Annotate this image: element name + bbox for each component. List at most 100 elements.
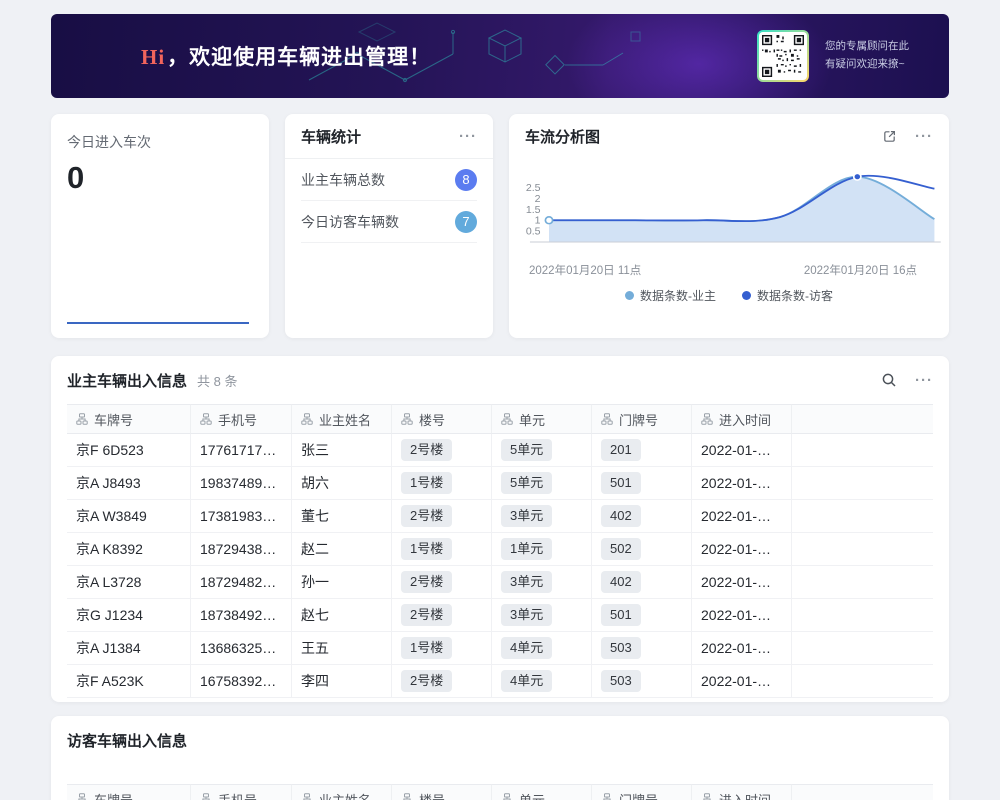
table-cell[interactable]: 胡六 xyxy=(292,467,392,500)
qr-caption-line2: 有疑问欢迎来撩~ xyxy=(825,56,909,74)
table-cell[interactable]: 京A K8392 xyxy=(67,533,191,566)
table-cell[interactable]: 2022-01-… xyxy=(692,434,792,467)
table-cell[interactable]: 501 xyxy=(592,599,692,632)
table-cell[interactable]: 李四 xyxy=(292,665,392,698)
table-cell[interactable]: 2022-01-… xyxy=(692,599,792,632)
table-cell[interactable]: 503 xyxy=(592,665,692,698)
stat-row-owner-total[interactable]: 业主车辆总数 8 xyxy=(301,159,477,201)
table-cell[interactable]: 402 xyxy=(592,500,692,533)
export-button[interactable] xyxy=(882,129,897,144)
column-header-楼号[interactable]: 楼号 xyxy=(392,784,492,800)
table-cell[interactable]: 京A L3728 xyxy=(67,566,191,599)
table-cell[interactable]: 2号楼 xyxy=(392,566,492,599)
table-cell[interactable]: 2022-01-… xyxy=(692,665,792,698)
table-cell[interactable]: 18738492… xyxy=(191,599,292,632)
table-cell[interactable]: 501 xyxy=(592,467,692,500)
chart-canvas: 0.511.522.5 xyxy=(513,160,945,260)
table-cell[interactable]: 2号楼 xyxy=(392,599,492,632)
column-header-车牌号[interactable]: 车牌号 xyxy=(67,784,191,800)
table-cell[interactable]: 2号楼 xyxy=(392,434,492,467)
table-cell[interactable]: 董七 xyxy=(292,500,392,533)
table-cell[interactable]: 201 xyxy=(592,434,692,467)
table-cell[interactable]: 17761717… xyxy=(191,434,292,467)
column-header-进入时间[interactable]: 进入时间 xyxy=(692,784,792,800)
column-header-手机号[interactable]: 手机号 xyxy=(191,404,292,434)
count-badge: 8 xyxy=(455,169,477,191)
table-cell-filler xyxy=(792,500,933,533)
table-cell[interactable]: 京F 6D523 xyxy=(67,434,191,467)
stat-row-visitor-today[interactable]: 今日访客车辆数 7 xyxy=(301,201,477,243)
table-cell[interactable]: 王五 xyxy=(292,632,392,665)
table-cell[interactable]: 京G J1234 xyxy=(67,599,191,632)
chart-legend: 数据条数-业主 数据条数-访客 xyxy=(513,287,945,304)
owner-table-card: 业主车辆出入信息 共 8 条 ··· 车牌号手机号业主姓名楼号单元门牌号进入时间… xyxy=(51,356,949,702)
table-cell[interactable]: 1单元 xyxy=(492,533,592,566)
table-cell[interactable]: 赵七 xyxy=(292,599,392,632)
column-header-车牌号[interactable]: 车牌号 xyxy=(67,404,191,434)
vehicle-stats-header: 车辆统计 ··· xyxy=(285,114,493,159)
table-cell[interactable]: 京A W3849 xyxy=(67,500,191,533)
table-cell[interactable]: 13686325… xyxy=(191,632,292,665)
table-cell[interactable]: 3单元 xyxy=(492,566,592,599)
table-cell[interactable]: 1号楼 xyxy=(392,632,492,665)
more-button[interactable]: ··· xyxy=(915,129,933,144)
column-header-门牌号[interactable]: 门牌号 xyxy=(592,404,692,434)
table-cell[interactable]: 3单元 xyxy=(492,500,592,533)
table-cell[interactable]: 1号楼 xyxy=(392,467,492,500)
table-cell[interactable]: 2022-01-… xyxy=(692,533,792,566)
field-type-icon xyxy=(301,793,313,800)
table-cell[interactable]: 19837489… xyxy=(191,467,292,500)
more-button[interactable]: ··· xyxy=(915,373,933,388)
search-icon xyxy=(881,372,897,388)
table-cell[interactable]: 2号楼 xyxy=(392,500,492,533)
table-cell[interactable]: 17381983… xyxy=(191,500,292,533)
table-cell[interactable]: 1号楼 xyxy=(392,533,492,566)
tag-pill: 1单元 xyxy=(501,538,552,560)
table-cell[interactable]: 赵二 xyxy=(292,533,392,566)
table-cell[interactable]: 孙一 xyxy=(292,566,392,599)
column-header-进入时间[interactable]: 进入时间 xyxy=(692,404,792,434)
table-cell[interactable]: 502 xyxy=(592,533,692,566)
table-cell[interactable]: 16758392… xyxy=(191,665,292,698)
table-title: 访客车辆出入信息 xyxy=(67,730,187,751)
table-cell[interactable]: 2022-01-… xyxy=(692,500,792,533)
column-header-门牌号[interactable]: 门牌号 xyxy=(592,784,692,800)
table-cell[interactable]: 3单元 xyxy=(492,599,592,632)
tag-pill: 402 xyxy=(601,571,641,593)
tag-pill: 502 xyxy=(601,538,641,560)
search-button[interactable] xyxy=(881,372,897,388)
column-header-单元[interactable]: 单元 xyxy=(492,404,592,434)
flow-chart: 0.511.522.5 2022年01月20日 11点 2022年01月20日 … xyxy=(509,158,949,304)
legend-item-visitor[interactable]: 数据条数-访客 xyxy=(742,287,833,304)
table-cell[interactable]: 402 xyxy=(592,566,692,599)
table-cell[interactable]: 京A J1384 xyxy=(67,632,191,665)
table-cell[interactable]: 503 xyxy=(592,632,692,665)
table-cell-filler xyxy=(792,434,933,467)
table-cell[interactable]: 京A J8493 xyxy=(67,467,191,500)
column-header-filler xyxy=(792,404,933,434)
table-cell[interactable]: 2022-01-… xyxy=(692,566,792,599)
visitor-table-header: 访客车辆出入信息 xyxy=(51,716,949,764)
column-header-业主姓名[interactable]: 业主姓名 xyxy=(292,784,392,800)
table-cell[interactable]: 5单元 xyxy=(492,467,592,500)
dashboard-page: { "icons": { "more": "···" }, "banner": … xyxy=(0,14,1000,800)
column-header-楼号[interactable]: 楼号 xyxy=(392,404,492,434)
legend-item-owner[interactable]: 数据条数-业主 xyxy=(625,287,716,304)
column-header-手机号[interactable]: 手机号 xyxy=(191,784,292,800)
table-cell[interactable]: 4单元 xyxy=(492,632,592,665)
table-cell[interactable]: 18729482… xyxy=(191,566,292,599)
table-cell[interactable]: 2022-01-… xyxy=(692,632,792,665)
field-type-icon xyxy=(401,793,413,800)
column-header-单元[interactable]: 单元 xyxy=(492,784,592,800)
table-cell[interactable]: 张三 xyxy=(292,434,392,467)
tag-pill: 4单元 xyxy=(501,637,552,659)
table-cell[interactable]: 2号楼 xyxy=(392,665,492,698)
table-cell-filler xyxy=(792,632,933,665)
more-button[interactable]: ··· xyxy=(459,129,477,144)
table-cell[interactable]: 4单元 xyxy=(492,665,592,698)
column-header-业主姓名[interactable]: 业主姓名 xyxy=(292,404,392,434)
table-cell[interactable]: 18729438… xyxy=(191,533,292,566)
table-cell[interactable]: 5单元 xyxy=(492,434,592,467)
table-cell[interactable]: 2022-01-… xyxy=(692,467,792,500)
table-cell[interactable]: 京F A523K xyxy=(67,665,191,698)
